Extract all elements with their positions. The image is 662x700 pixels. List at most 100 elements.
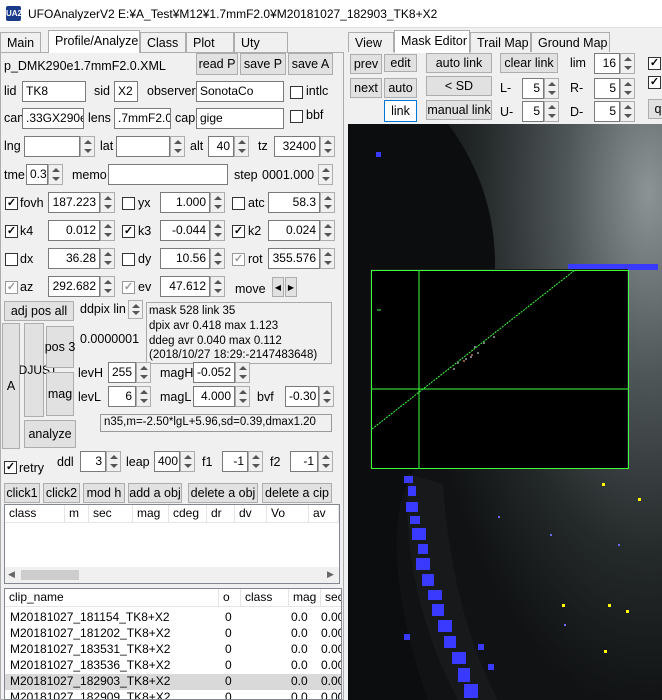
lens-field[interactable]: .7mmF2.0	[114, 108, 171, 129]
tz-spinner[interactable]	[320, 136, 335, 157]
adjust-button[interactable]: ADJUST	[11, 323, 57, 417]
dx-field[interactable]: 36.28	[48, 248, 100, 269]
f1-field[interactable]: -1	[222, 451, 248, 472]
f2-field[interactable]: -1	[290, 451, 318, 472]
dx-spinner[interactable]	[100, 248, 115, 269]
yx-spinner[interactable]	[210, 192, 225, 213]
next-button[interactable]: next	[350, 78, 382, 98]
sd-button[interactable]: < SD	[426, 76, 492, 96]
r-field[interactable]: 5	[594, 78, 620, 99]
lng-spinner[interactable]	[80, 136, 95, 157]
column-header[interactable]: dv	[235, 505, 267, 523]
leap-spinner[interactable]	[180, 451, 195, 472]
column-header[interactable]: class	[241, 589, 289, 607]
sky-image-view[interactable]	[348, 124, 662, 700]
k3-spinner[interactable]	[210, 220, 225, 241]
dy-spinner[interactable]	[210, 248, 225, 269]
k4-field[interactable]: 0.012	[48, 220, 100, 241]
column-header[interactable]: m	[65, 505, 89, 523]
mask-option-checkbox[interactable]: ✓	[648, 76, 661, 89]
k4-spinner[interactable]	[100, 220, 115, 241]
magl-spinner[interactable]	[235, 386, 250, 407]
column-header[interactable]: sec	[321, 589, 341, 607]
lim-field[interactable]: 16	[594, 53, 620, 74]
cam-field[interactable]: .33GX290e	[22, 108, 84, 129]
dy-field[interactable]: 10.56	[160, 248, 210, 269]
column-header[interactable]: av	[309, 505, 339, 523]
retry-checkbox[interactable]: ✓	[4, 461, 17, 474]
tab-uty[interactable]: Uty	[234, 32, 288, 52]
d-field[interactable]: 5	[594, 101, 620, 122]
column-header[interactable]: o	[219, 589, 241, 607]
k2-spinner[interactable]	[320, 220, 335, 241]
mask-option-checkbox[interactable]: ✓	[648, 57, 661, 70]
rot-spinner[interactable]	[320, 248, 335, 269]
dx-checkbox[interactable]	[5, 253, 18, 266]
horizontal-scrollbar[interactable]: ◀ ▶	[5, 567, 339, 583]
tab-ground-map[interactable]: Ground Map	[531, 32, 610, 52]
q-button[interactable]: q	[648, 99, 662, 119]
intlc-checkbox[interactable]	[290, 86, 303, 99]
f2-spinner[interactable]	[318, 451, 333, 472]
move-right-button[interactable]: ▶	[285, 277, 297, 297]
move-left-button[interactable]: ◀	[272, 277, 284, 297]
leap-field[interactable]: 400	[154, 451, 180, 472]
rot-field[interactable]: 355.576	[268, 248, 320, 269]
auto-button[interactable]: auto	[384, 78, 417, 98]
scroll-thumb[interactable]	[21, 570, 79, 580]
lng-field[interactable]	[24, 136, 80, 157]
click2-button[interactable]: click2	[43, 483, 80, 503]
adj-pos-all-button[interactable]: adj pos all	[4, 301, 74, 321]
az-checkbox[interactable]: ✓	[5, 281, 18, 294]
tab-main[interactable]: Main	[0, 32, 42, 52]
alt-spinner[interactable]	[234, 136, 249, 157]
scroll-right-icon[interactable]: ▶	[327, 569, 334, 580]
observer-field[interactable]: SonotaCo	[196, 81, 284, 102]
tab-trail-map[interactable]: Trail Map	[470, 32, 531, 52]
link-button[interactable]: link	[384, 100, 417, 122]
az-field[interactable]: 292.682	[48, 276, 100, 297]
ddpix-spinner[interactable]	[128, 300, 143, 319]
mag-button[interactable]: mag	[46, 372, 74, 416]
column-header[interactable]: Vo	[267, 505, 309, 523]
column-header[interactable]: mag	[133, 505, 169, 523]
scroll-left-icon[interactable]: ◀	[8, 569, 15, 580]
alt-field[interactable]: 40	[208, 136, 234, 157]
click1-button[interactable]: click1	[4, 483, 40, 503]
az-spinner[interactable]	[100, 276, 115, 297]
levh-spinner[interactable]	[136, 362, 151, 383]
tab-class[interactable]: Class	[140, 32, 186, 52]
lat-field[interactable]	[116, 136, 170, 157]
l-spinner[interactable]	[544, 78, 559, 99]
delete-obj-button[interactable]: delete a obj	[188, 483, 258, 503]
tab-view[interactable]: View	[348, 32, 394, 52]
u-spinner[interactable]	[544, 101, 559, 122]
memo-field[interactable]	[108, 164, 228, 185]
table-row[interactable]: M20181027_183531_TK8+X2 0 0.0 0.00	[5, 642, 341, 658]
tab-mask-editor[interactable]: Mask Editor	[394, 30, 470, 53]
atc-field[interactable]: 58.3	[268, 192, 320, 213]
k4-checkbox[interactable]: ✓	[5, 225, 18, 238]
column-header[interactable]: clip_name	[5, 589, 219, 607]
u-field[interactable]: 5	[522, 101, 544, 122]
pos-button[interactable]: pos 3	[45, 326, 75, 368]
lat-spinner[interactable]	[170, 136, 185, 157]
a-button[interactable]: A	[2, 323, 20, 449]
column-header[interactable]: sec	[89, 505, 133, 523]
column-header[interactable]: mag	[289, 589, 321, 607]
column-header[interactable]: class	[5, 505, 65, 523]
d-spinner[interactable]	[620, 101, 635, 122]
ev-field[interactable]: 47.612	[160, 276, 210, 297]
save-all-button[interactable]: save A	[288, 53, 333, 75]
levh-field[interactable]: 255	[108, 362, 136, 383]
lim-spinner[interactable]	[620, 53, 635, 74]
k3-checkbox[interactable]: ✓	[122, 225, 135, 238]
yx-field[interactable]: 1.000	[160, 192, 210, 213]
add-obj-button[interactable]: add a obj	[128, 483, 182, 503]
sid-field[interactable]: X2	[114, 81, 138, 102]
table-row[interactable]: M20181027_182909_TK8+X2 0 0.0 0.00	[5, 690, 341, 699]
column-header[interactable]: dr	[207, 505, 235, 523]
table-row[interactable]: M20181027_182903_TK8+X2 0 0.0 0.00	[5, 674, 341, 690]
fovh-field[interactable]: 187.223	[48, 192, 100, 213]
table-row[interactable]: M20181027_181202_TK8+X2 0 0.0 0.00	[5, 626, 341, 642]
